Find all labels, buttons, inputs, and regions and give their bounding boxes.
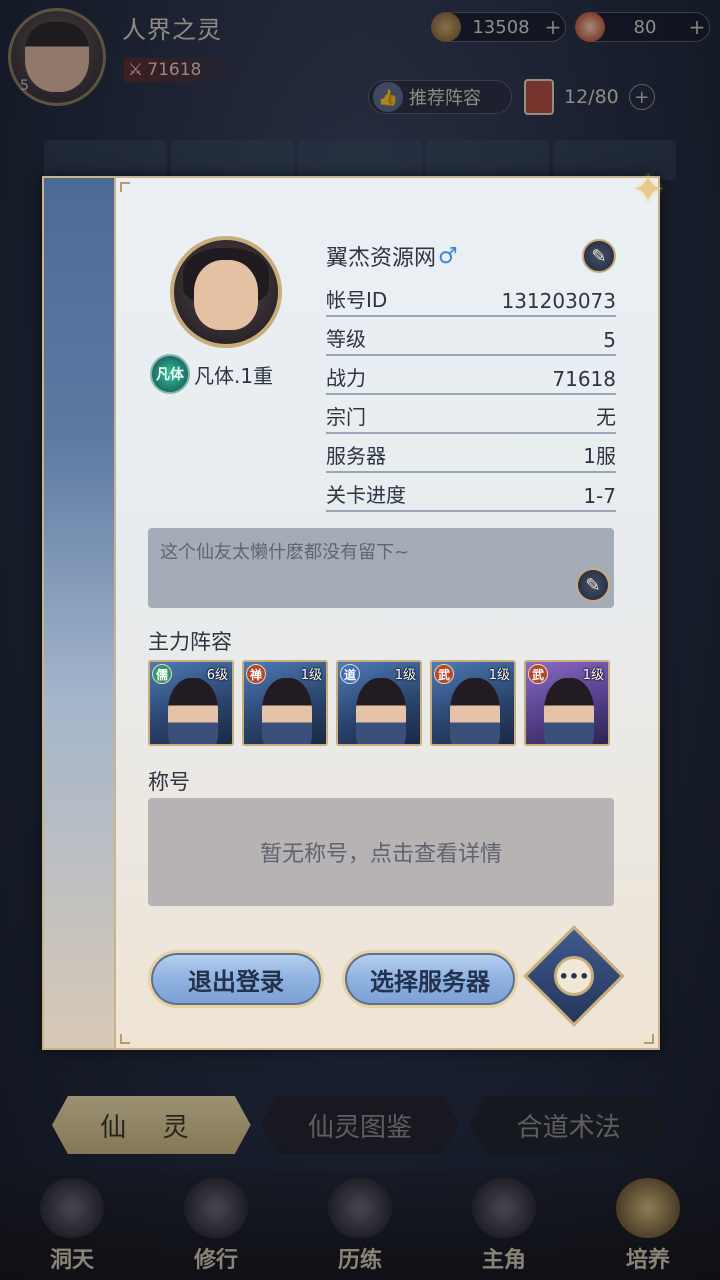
hero-card[interactable]: 儒 6级 (148, 660, 234, 746)
row-value: 1-7 (583, 484, 616, 508)
nickname: 翼杰资源网 (326, 246, 437, 271)
hero-card[interactable]: 武 1级 (430, 660, 516, 746)
hero-class-icon: 武 (434, 664, 454, 684)
realm-badge-icon: 凡体 (150, 354, 190, 394)
row-value: 5 (603, 328, 616, 352)
hero-level: 1级 (582, 668, 604, 683)
info-row-power: 战力 71618 (326, 356, 616, 395)
honor-empty-box[interactable]: 暂无称号，点击查看详情 (148, 798, 614, 906)
edit-signature-icon[interactable]: ✎ (576, 568, 610, 602)
info-row-account-id: 帐号ID 131203073 (326, 278, 616, 317)
row-value: 131203073 (501, 289, 616, 313)
hero-level: 1级 (300, 668, 322, 683)
row-value: 无 (596, 405, 616, 429)
settings-button[interactable]: ••• (523, 925, 625, 1027)
row-value: 1服 (583, 444, 616, 468)
signature-text: 这个仙友太懒什麽都没有留下~ (160, 542, 410, 563)
more-icon: ••• (554, 956, 594, 996)
close-icon[interactable]: ✦ (626, 168, 670, 212)
info-row-stage-progress: 关卡进度 1-7 (326, 473, 616, 512)
row-label: 关卡进度 (326, 483, 406, 507)
hero-class-icon: 禅 (246, 664, 266, 684)
hero-class-icon: 武 (528, 664, 548, 684)
row-label: 宗门 (326, 405, 366, 429)
hero-level: 1级 (488, 668, 510, 683)
hero-class-icon: 儒 (152, 664, 172, 684)
row-label: 等级 (326, 327, 366, 351)
hero-card[interactable]: 禅 1级 (242, 660, 328, 746)
profile-avatar[interactable] (170, 236, 282, 348)
edit-name-icon[interactable]: ✎ (582, 239, 616, 273)
hero-level: 6级 (206, 668, 228, 683)
panel-spine-decoration (44, 178, 116, 1048)
hero-level: 1级 (394, 668, 416, 683)
hero-card[interactable]: 武 1级 (524, 660, 610, 746)
row-value: 71618 (552, 367, 616, 391)
lineup-title: 主力阵容 (148, 630, 232, 654)
profile-info: 翼杰资源网 ♂ ✎ 帐号ID 131203073 等级 5 战力 71618 宗… (326, 234, 616, 512)
row-label: 战力 (326, 366, 366, 390)
realm-text: 凡体.1重 (194, 363, 274, 388)
select-server-button[interactable]: 选择服务器 (342, 950, 518, 1008)
hero-card[interactable]: 道 1级 (336, 660, 422, 746)
profile-panel: ✦ 凡体 凡体.1重 翼杰资源网 ♂ ✎ 帐号ID 131203073 等级 5… (42, 168, 665, 1050)
honor-title: 称号 (148, 770, 190, 794)
signature-field[interactable]: 这个仙友太懒什麽都没有留下~ ✎ (148, 528, 614, 608)
lineup-heroes: 儒 6级 禅 1级 道 1级 武 1级 武 1级 (148, 660, 610, 746)
info-row-level: 等级 5 (326, 317, 616, 356)
info-row-server: 服务器 1服 (326, 434, 616, 473)
row-label: 帐号ID (326, 288, 388, 312)
info-row-sect: 宗门 无 (326, 395, 616, 434)
male-gender-icon: ♂ (438, 243, 458, 269)
logout-button[interactable]: 退出登录 (148, 950, 324, 1008)
row-label: 服务器 (326, 444, 386, 468)
realm-display: 凡体 凡体.1重 (150, 354, 273, 394)
hero-class-icon: 道 (340, 664, 360, 684)
